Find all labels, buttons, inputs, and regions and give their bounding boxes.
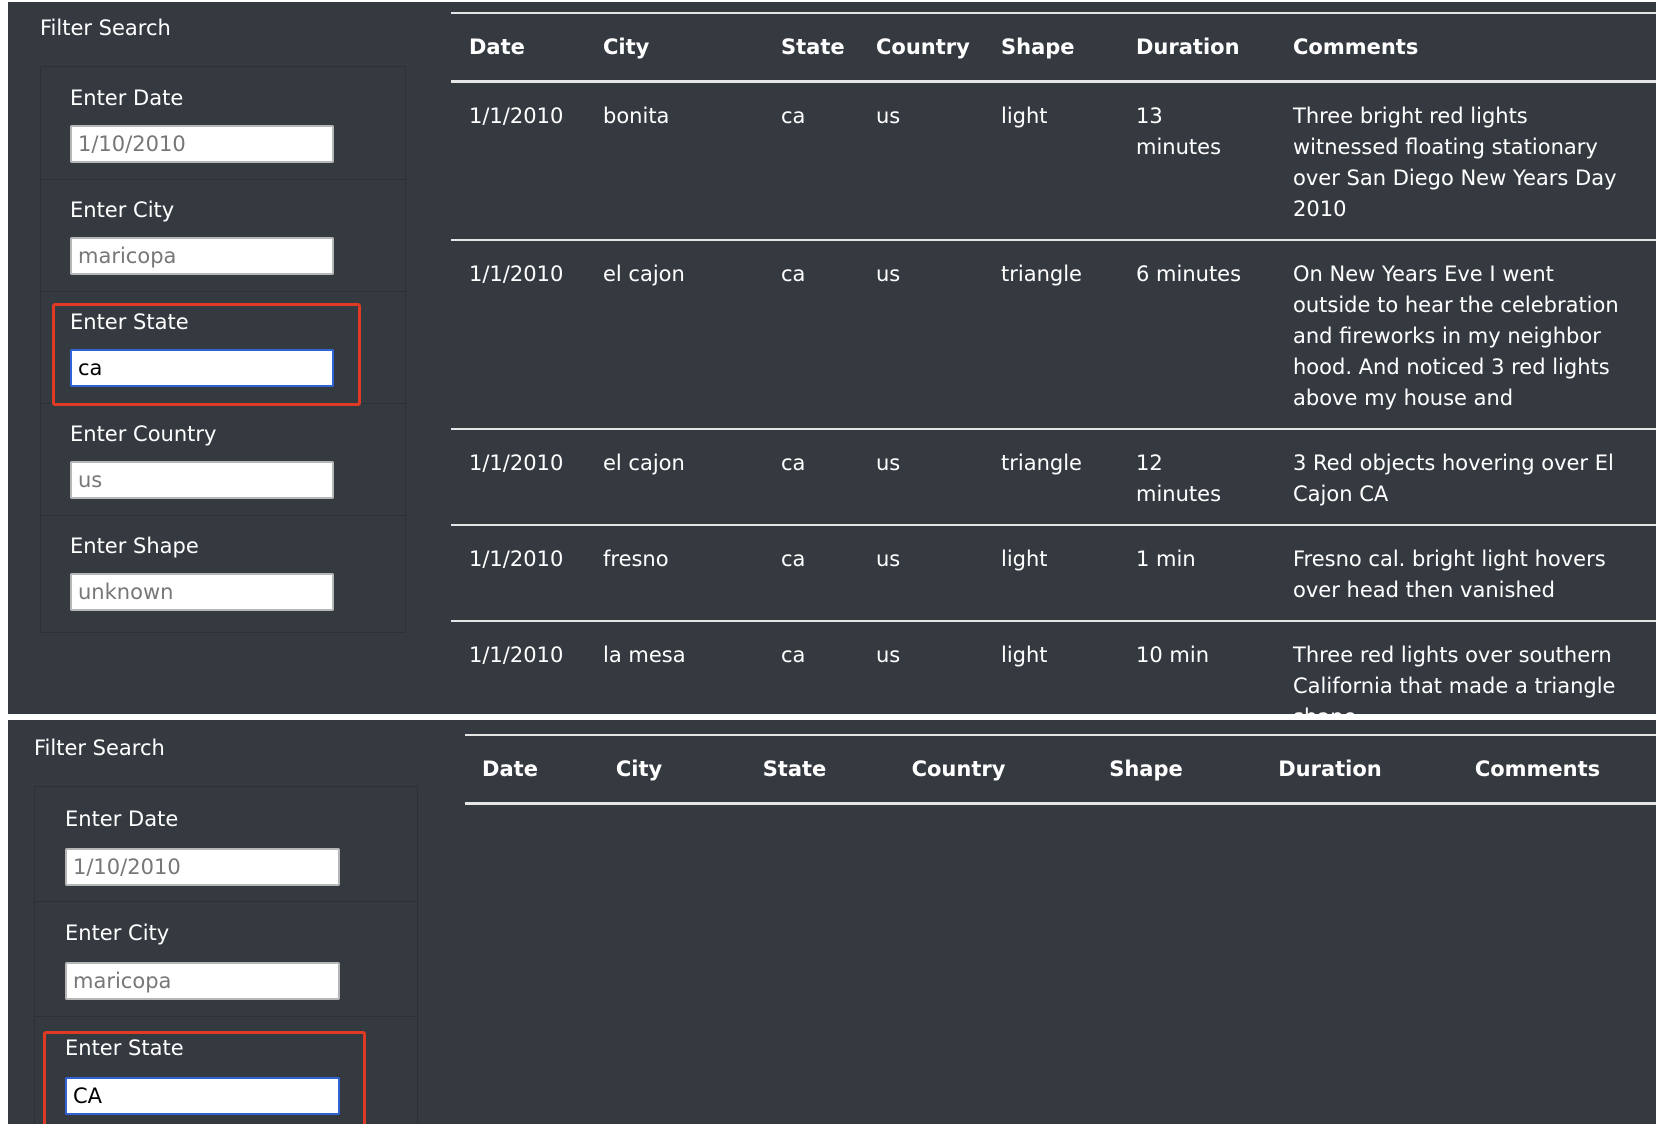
- cell-comments: Three bright red lights witnessed floati…: [1293, 104, 1617, 221]
- cell-country: us: [876, 451, 901, 475]
- cell-shape: light: [1001, 547, 1048, 571]
- cell-date: 1/1/2010: [469, 643, 564, 667]
- table-header: Date City State Country Shape Duration C…: [465, 735, 1656, 804]
- filter-group-date: Enter Date: [41, 67, 405, 180]
- date-label: Enter Date: [65, 807, 179, 831]
- city-label: Enter City: [65, 921, 170, 945]
- cell-state: ca: [781, 547, 806, 571]
- cell-duration: 13 minutes: [1136, 104, 1222, 159]
- cell-state: ca: [781, 451, 806, 475]
- cell-shape: triangle: [1001, 262, 1082, 286]
- cell-comments: Fresno cal. bright light hovers over hea…: [1293, 547, 1606, 602]
- column-header-state[interactable]: State: [763, 13, 858, 82]
- table-row: 1/1/2010 el cajon ca us triangle 12 minu…: [451, 429, 1656, 525]
- cell-country: us: [876, 547, 901, 571]
- column-header-shape[interactable]: Shape: [1051, 735, 1241, 804]
- city-label: Enter City: [70, 198, 175, 222]
- cell-duration: 6 minutes: [1136, 262, 1242, 286]
- cell-city: la mesa: [603, 643, 686, 667]
- filter-search-title: Filter Search: [34, 736, 165, 760]
- cell-city: bonita: [603, 104, 670, 128]
- column-header-shape[interactable]: Shape: [983, 13, 1118, 82]
- cell-comments: Three red lights over southern Californi…: [1293, 643, 1616, 714]
- filter-search-title: Filter Search: [40, 16, 171, 40]
- table-body: 1/1/2010 bonita ca us light 13 minutes T…: [451, 81, 1656, 714]
- cell-city: fresno: [603, 547, 669, 571]
- column-header-comments[interactable]: Comments: [1419, 735, 1656, 804]
- column-header-state[interactable]: State: [723, 735, 866, 804]
- table-row: 1/1/2010 la mesa ca us light 10 min Thre…: [451, 621, 1656, 714]
- cell-date: 1/1/2010: [469, 104, 564, 128]
- column-header-country[interactable]: Country: [866, 735, 1051, 804]
- filter-panel-after: Filter Search Enter Date Enter City Ente…: [8, 720, 1656, 1124]
- country-label: Enter Country: [70, 422, 217, 446]
- table-row: 1/1/2010 fresno ca us light 1 min Fresno…: [451, 525, 1656, 621]
- date-label: Enter Date: [70, 86, 184, 110]
- cell-comments: 3 Red objects hovering over El Cajon CA: [1293, 451, 1614, 506]
- city-input[interactable]: [65, 962, 340, 1000]
- column-header-comments[interactable]: Comments: [1275, 13, 1656, 82]
- filter-group-country: Enter Country: [41, 403, 405, 516]
- filter-group-date: Enter Date: [35, 787, 417, 902]
- date-input[interactable]: [70, 125, 334, 163]
- city-input[interactable]: [70, 237, 334, 275]
- cell-state: ca: [781, 104, 806, 128]
- results-table-container: Date City State Country Shape Duration C…: [465, 734, 1656, 805]
- filter-panel-before: Filter Search Enter Date Enter City Ente…: [8, 2, 1656, 714]
- results-table-container: Date City State Country Shape Duration C…: [451, 12, 1656, 714]
- cell-city: el cajon: [603, 262, 685, 286]
- table-header: Date City State Country Shape Duration C…: [451, 13, 1656, 82]
- column-header-city[interactable]: City: [585, 13, 763, 82]
- cell-city: el cajon: [603, 451, 685, 475]
- filter-group-city: Enter City: [41, 179, 405, 292]
- cell-date: 1/1/2010: [469, 547, 564, 571]
- column-header-duration[interactable]: Duration: [1118, 13, 1275, 82]
- cell-shape: triangle: [1001, 451, 1082, 475]
- cell-date: 1/1/2010: [469, 451, 564, 475]
- column-header-duration[interactable]: Duration: [1241, 735, 1419, 804]
- results-table: Date City State Country Shape Duration C…: [451, 12, 1656, 714]
- cell-duration: 10 min: [1136, 643, 1209, 667]
- date-input[interactable]: [65, 848, 340, 886]
- column-header-country[interactable]: Country: [858, 13, 983, 82]
- cell-state: ca: [781, 262, 806, 286]
- filter-group-city: Enter City: [35, 901, 417, 1017]
- cell-country: us: [876, 104, 901, 128]
- cell-shape: light: [1001, 104, 1048, 128]
- cell-state: ca: [781, 643, 806, 667]
- results-table: Date City State Country Shape Duration C…: [465, 734, 1656, 805]
- column-header-date[interactable]: Date: [451, 13, 585, 82]
- filter-group-shape: Enter Shape: [41, 515, 405, 632]
- column-header-date[interactable]: Date: [465, 735, 555, 804]
- cell-duration: 1 min: [1136, 547, 1196, 571]
- cell-country: us: [876, 262, 901, 286]
- table-row: 1/1/2010 el cajon ca us triangle 6 minut…: [451, 240, 1656, 429]
- cell-duration: 12 minutes: [1136, 451, 1222, 506]
- shape-label: Enter Shape: [70, 534, 199, 558]
- cell-comments: On New Years Eve I went outside to hear …: [1293, 262, 1619, 410]
- cell-date: 1/1/2010: [469, 262, 564, 286]
- table-row: 1/1/2010 bonita ca us light 13 minutes T…: [451, 81, 1656, 241]
- shape-input[interactable]: [70, 573, 334, 611]
- column-header-city[interactable]: City: [555, 735, 723, 804]
- cell-country: us: [876, 643, 901, 667]
- country-input[interactable]: [70, 461, 334, 499]
- cell-shape: light: [1001, 643, 1048, 667]
- state-highlight-annotation: [52, 303, 361, 406]
- state-highlight-annotation: [43, 1031, 366, 1124]
